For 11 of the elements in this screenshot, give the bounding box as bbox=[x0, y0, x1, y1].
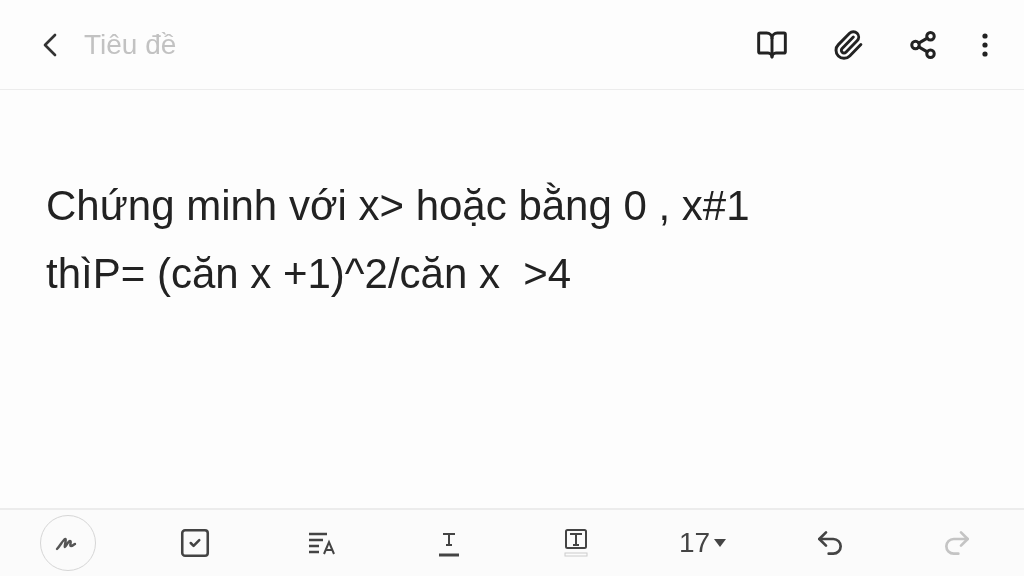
caret-icon bbox=[714, 539, 727, 547]
paperclip-icon bbox=[832, 28, 864, 61]
font-size-dropdown[interactable]: 17 bbox=[678, 522, 727, 564]
share-button[interactable] bbox=[908, 29, 938, 60]
paragraph-lines-icon bbox=[306, 530, 337, 556]
attach-button[interactable] bbox=[832, 28, 864, 61]
more-button[interactable] bbox=[982, 32, 988, 57]
note-body-text: Chứng minh với x> hoặc bằng 0 , x#1 thìP= (căn x +1)^2/căn x >4 bbox=[46, 181, 751, 299]
share-icon bbox=[908, 29, 938, 60]
more-icon bbox=[982, 32, 988, 57]
title-field[interactable]: Tiêu đề bbox=[84, 23, 756, 66]
